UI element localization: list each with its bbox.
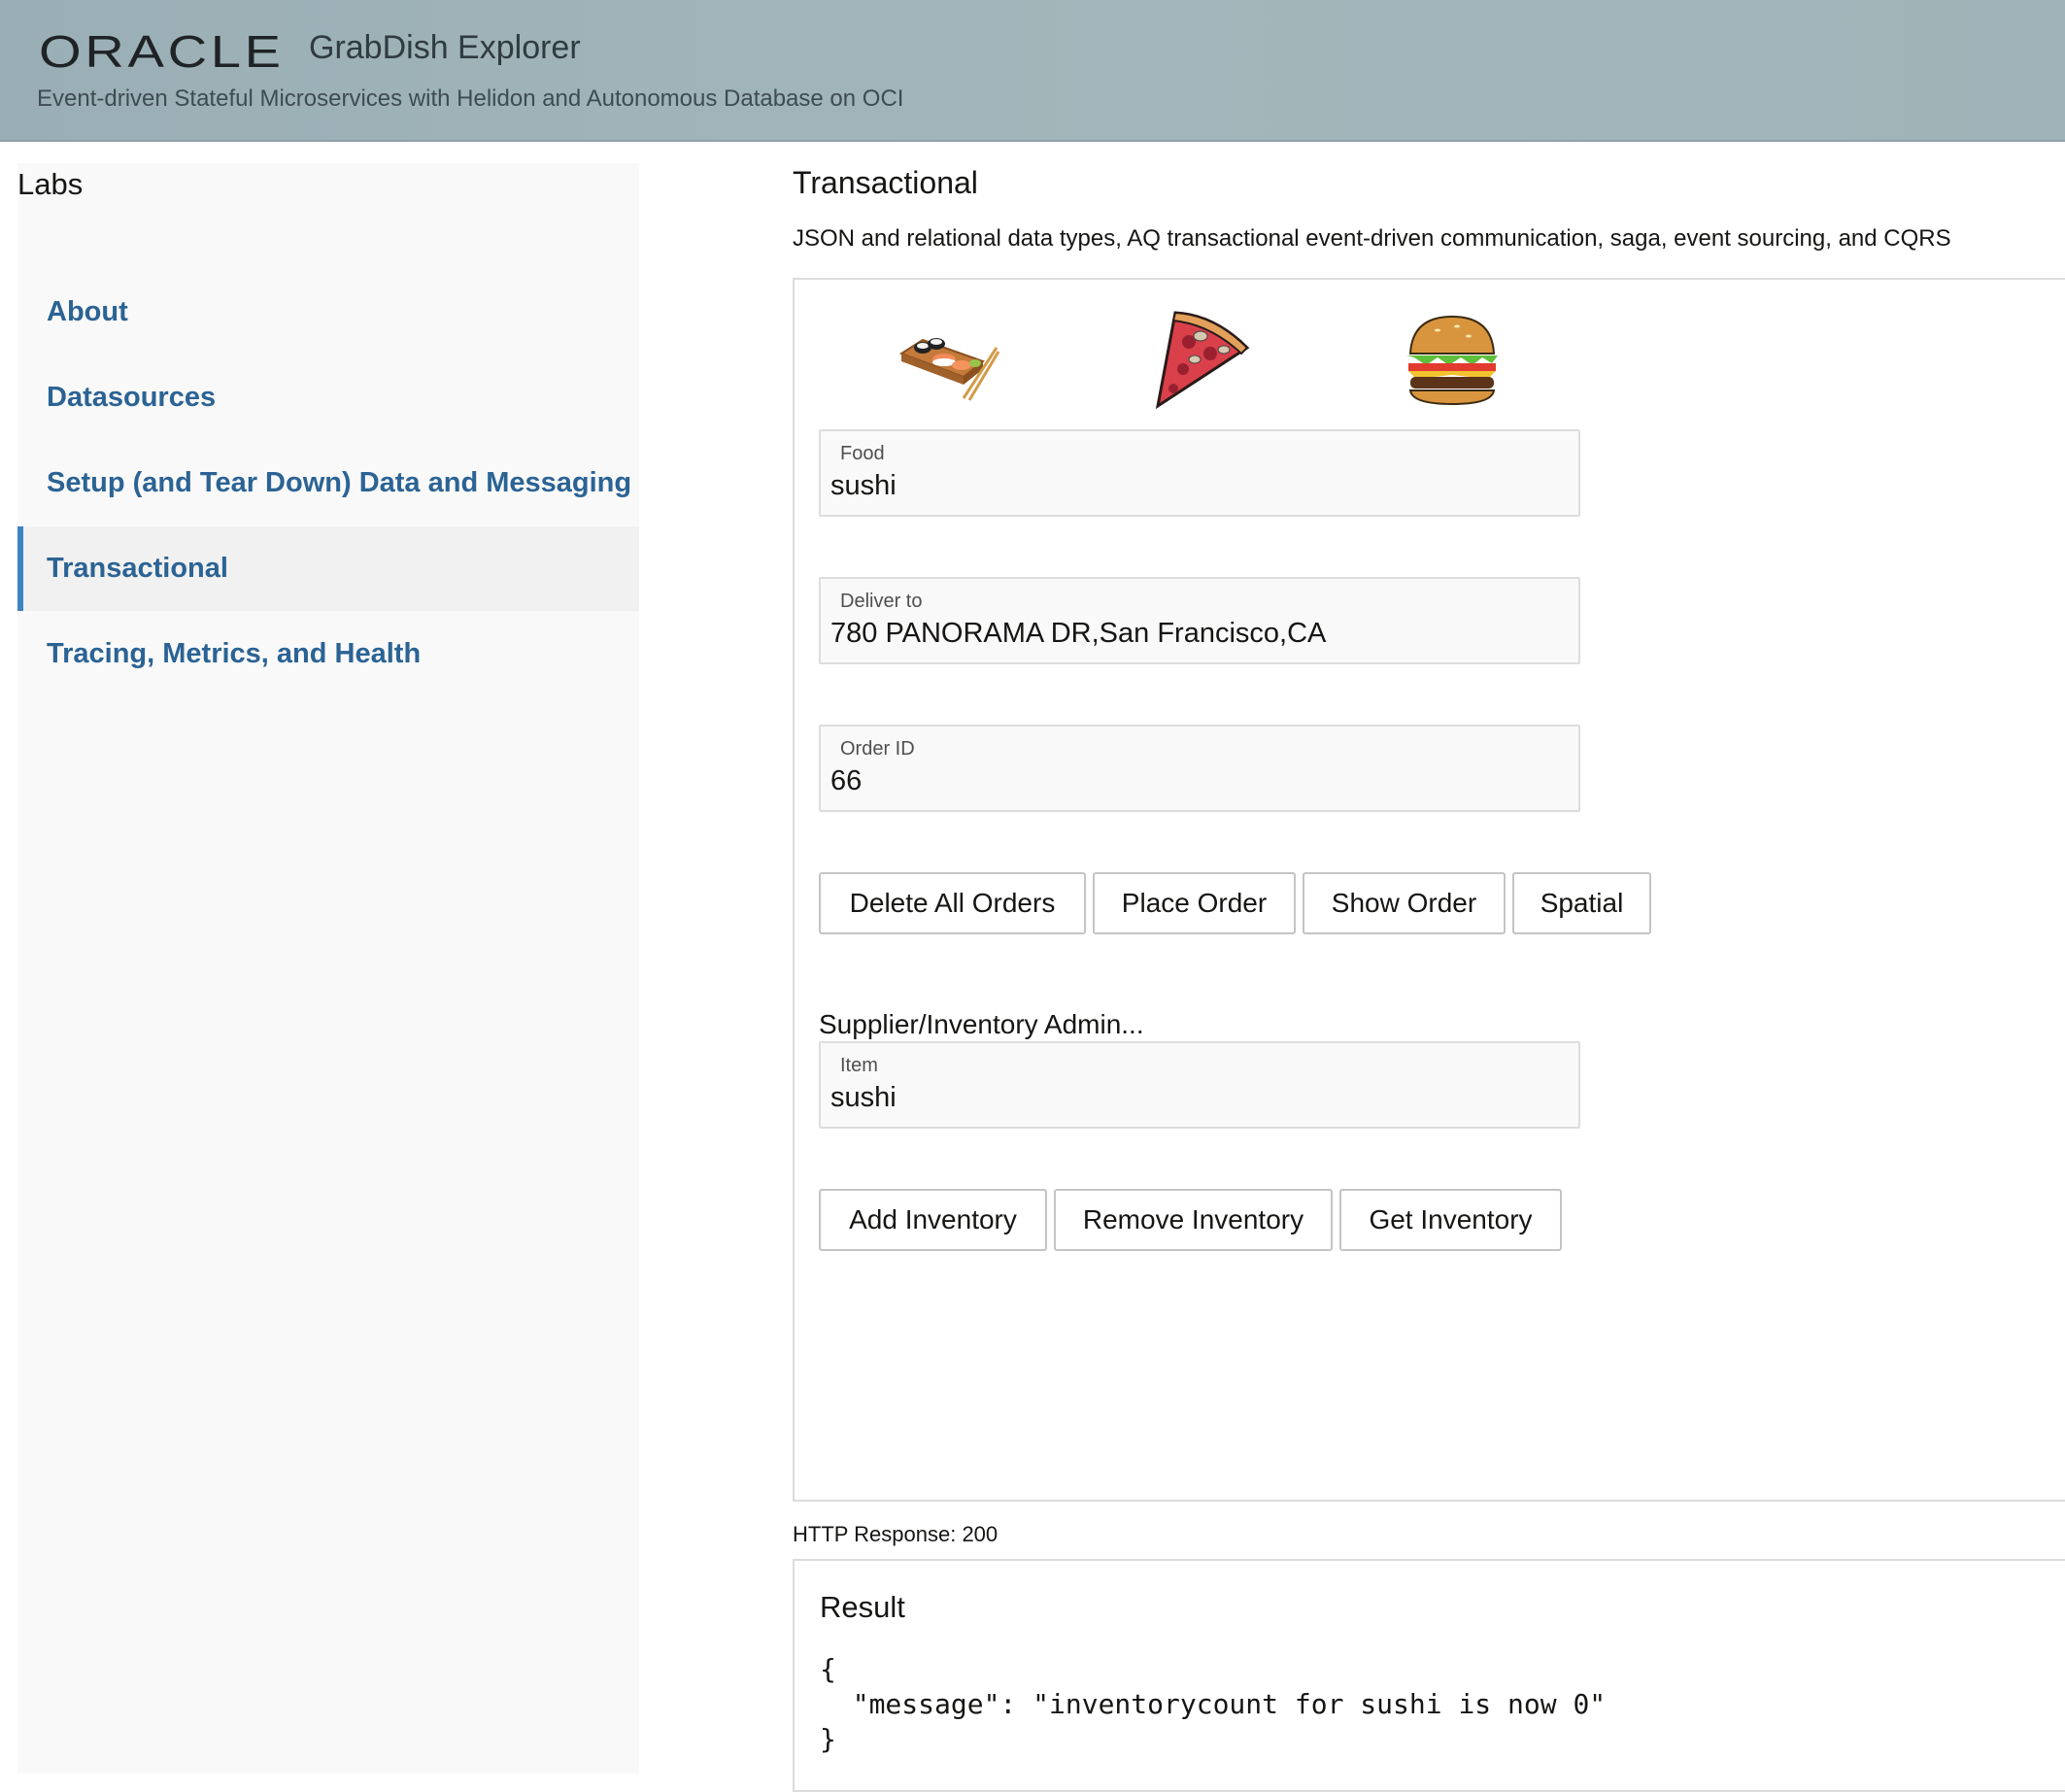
sushi-icon[interactable] [894, 309, 1000, 410]
remove-inventory-button[interactable]: Remove Inventory [1054, 1189, 1333, 1251]
result-json: { "message": "inventorycount for sushi i… [820, 1653, 1607, 1755]
food-field-label: Food [840, 443, 885, 464]
sidebar-title: Labs [17, 167, 84, 201]
deliver-to-field[interactable]: Deliver to [819, 577, 1580, 664]
sidebar-item-tracing[interactable]: Tracing, Metrics, and Health [17, 612, 639, 696]
food-input[interactable] [830, 470, 1569, 502]
deliver-to-label: Deliver to [840, 591, 923, 612]
result-title: Result [820, 1590, 905, 1624]
app-title: GrabDish Explorer [309, 29, 581, 66]
get-inventory-button[interactable]: Get Inventory [1339, 1189, 1562, 1251]
page-title: Transactional [793, 165, 978, 200]
item-field[interactable]: Item [819, 1041, 1580, 1129]
delete-all-orders-button[interactable]: Delete All Orders [819, 872, 1086, 934]
place-order-button[interactable]: Place Order [1093, 872, 1296, 934]
labs-sidebar: Labs About Datasources Setup (and Tear D… [17, 163, 639, 1774]
show-order-button[interactable]: Show Order [1303, 872, 1506, 934]
app-subtitle: Event-driven Stateful Microservices with… [37, 85, 904, 112]
sidebar-item-about[interactable]: About [17, 270, 639, 355]
http-response-status: HTTP Response: 200 [793, 1522, 999, 1546]
sidebar-item-transactional[interactable]: Transactional [17, 526, 639, 611]
deliver-to-input[interactable] [830, 618, 1569, 650]
item-input[interactable] [830, 1082, 1569, 1114]
order-id-label: Order ID [840, 738, 915, 760]
app-header: ORACLE GrabDish Explorer Event-driven St… [0, 0, 2065, 142]
sidebar-item-datasources[interactable]: Datasources [17, 355, 639, 440]
food-field[interactable]: Food [819, 429, 1580, 517]
order-id-field[interactable]: Order ID [819, 725, 1580, 812]
sidebar-item-setup[interactable]: Setup (and Tear Down) Data and Messaging [17, 441, 639, 525]
spatial-button[interactable]: Spatial [1512, 872, 1651, 934]
result-panel: Result { "message": "inventorycount for … [793, 1559, 2065, 1792]
item-field-label: Item [840, 1055, 878, 1076]
oracle-logo: ORACLE [39, 26, 285, 77]
order-id-input[interactable] [830, 765, 1569, 797]
burger-icon[interactable] [1399, 309, 1506, 410]
pizza-icon[interactable] [1146, 309, 1253, 410]
supplier-admin-heading: Supplier/Inventory Admin... [819, 1009, 1144, 1039]
add-inventory-button[interactable]: Add Inventory [819, 1189, 1047, 1251]
page-description: JSON and relational data types, AQ trans… [793, 225, 1951, 252]
